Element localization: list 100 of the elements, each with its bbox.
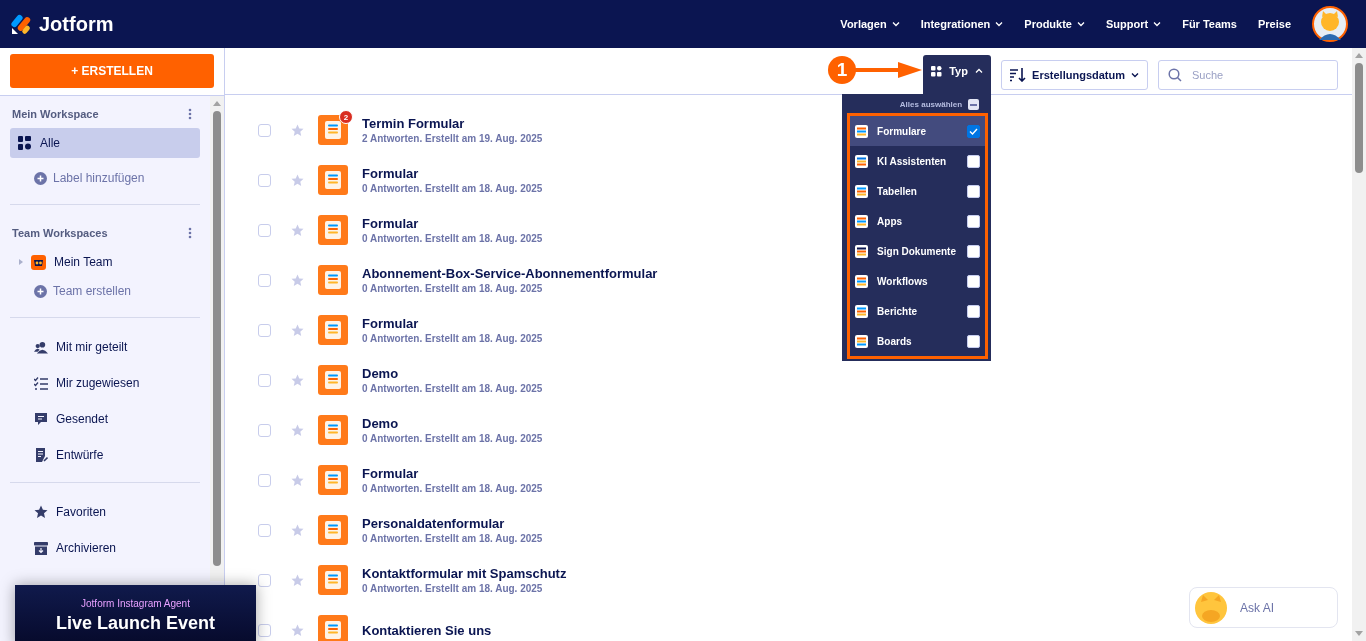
- scrollbar[interactable]: [210, 96, 224, 581]
- star-icon[interactable]: [291, 123, 304, 137]
- archive-icon: [34, 541, 48, 555]
- form-title[interactable]: Formular: [362, 216, 543, 231]
- row-checkbox[interactable]: [258, 173, 271, 187]
- menu-option[interactable]: Formulare: [850, 116, 986, 146]
- star-icon[interactable]: [291, 223, 304, 237]
- nav-link[interactable]: Integrationen: [920, 18, 991, 30]
- app-type-icon: [855, 274, 869, 288]
- form-title[interactable]: Formular: [362, 316, 543, 331]
- menu-option[interactable]: Tabellen: [850, 176, 986, 206]
- select-all-label[interactable]: Alles auswählen: [899, 100, 963, 109]
- row-checkbox[interactable]: [258, 123, 271, 137]
- star-icon[interactable]: [291, 373, 304, 387]
- sidebar-item[interactable]: Mir zugewiesen: [10, 368, 200, 398]
- menu-option[interactable]: Boards: [850, 326, 986, 356]
- form-title[interactable]: Termin Formular: [362, 116, 543, 131]
- team-item[interactable]: Mein Team: [10, 247, 200, 277]
- star-icon[interactable]: [291, 523, 304, 537]
- sidebar-item[interactable]: Entwürfe: [10, 440, 200, 470]
- nav-link[interactable]: Für Teams: [1182, 18, 1237, 30]
- star-icon[interactable]: [291, 423, 304, 437]
- form-meta: 0 Antworten. Erstellt am 18. Aug. 2025: [362, 383, 543, 394]
- form-icon: [318, 115, 348, 145]
- row-checkbox[interactable]: [258, 273, 271, 287]
- menu-option[interactable]: KI Assistenten: [850, 146, 986, 176]
- star-icon[interactable]: [291, 623, 304, 637]
- star-icon[interactable]: [291, 573, 304, 587]
- form-title[interactable]: Abonnement-Box-Service-Abonnementformular: [362, 266, 658, 281]
- plus-icon: [34, 171, 47, 185]
- menu-option[interactable]: Workflows: [850, 266, 986, 296]
- checkbox[interactable]: [967, 124, 981, 138]
- plus-icon: [34, 284, 47, 298]
- nav-link[interactable]: Produkte: [1024, 18, 1072, 30]
- form-icon: [318, 565, 348, 595]
- nav-link[interactable]: Vorlagen: [840, 18, 887, 30]
- sidebar-item[interactable]: Favoriten: [10, 497, 200, 527]
- form-icon: [318, 215, 348, 245]
- form-icon: [318, 365, 348, 395]
- app-type-icon: [855, 154, 869, 168]
- caret-icon[interactable]: [1077, 21, 1085, 27]
- logo-text[interactable]: Jotform: [39, 12, 114, 36]
- sidebar-item[interactable]: Alle: [10, 128, 200, 158]
- sort-button[interactable]: Erstellungsdatum: [1001, 60, 1148, 90]
- caret-icon: [1131, 72, 1139, 78]
- row-checkbox[interactable]: [258, 523, 271, 537]
- caret-icon[interactable]: [891, 21, 900, 27]
- add-link[interactable]: Team erstellen: [10, 277, 200, 305]
- nav-link[interactable]: Support: [1106, 18, 1149, 30]
- form-title[interactable]: Demo: [362, 366, 543, 381]
- form-title[interactable]: Kontaktieren Sie uns: [362, 622, 492, 638]
- form-icon: [318, 515, 348, 545]
- row-checkbox[interactable]: [258, 223, 271, 237]
- more-icon[interactable]: [188, 227, 192, 239]
- row-checkbox[interactable]: [258, 573, 271, 587]
- star-icon[interactable]: [291, 273, 304, 287]
- ask-ai-button[interactable]: Ask AI: [1189, 587, 1338, 628]
- select-all-checkbox[interactable]: [968, 99, 980, 110]
- form-meta: 2 Antworten. Erstellt am 19. Aug. 2025: [362, 133, 543, 144]
- form-icon: [318, 165, 348, 195]
- form-title[interactable]: Demo: [362, 416, 543, 431]
- add-link[interactable]: Label hinzufügen: [10, 164, 200, 192]
- chat-icon: [34, 412, 48, 426]
- step-badge: 1: [828, 56, 857, 84]
- sidebar-item[interactable]: Gesendet: [10, 404, 200, 434]
- expand-icon[interactable]: [18, 259, 24, 265]
- form-meta: 0 Antworten. Erstellt am 18. Aug. 2025: [362, 583, 544, 594]
- caret-icon[interactable]: [1153, 21, 1162, 27]
- promo-banner[interactable]: Jotform Instagram Agent Live Launch Event: [15, 585, 256, 641]
- row-checkbox[interactable]: [258, 423, 271, 437]
- type-filter-button[interactable]: Typ: [923, 55, 992, 94]
- app-type-icon: [855, 334, 869, 348]
- row-checkbox[interactable]: [258, 623, 271, 637]
- form-title[interactable]: Personaldatenformular: [362, 516, 543, 531]
- form-title[interactable]: Formular: [362, 466, 543, 481]
- menu-option[interactable]: Apps: [850, 206, 986, 236]
- form-meta: 0 Antworten. Erstellt am 18. Aug. 2025: [362, 533, 543, 544]
- form-meta: 0 Antworten. Erstellt am 18. Aug. 2025: [362, 233, 543, 244]
- star-icon[interactable]: [291, 473, 304, 487]
- scrollbar[interactable]: [1352, 48, 1366, 641]
- nav-link[interactable]: Preise: [1257, 18, 1291, 30]
- more-icon[interactable]: [188, 108, 192, 120]
- star-icon: [34, 505, 48, 519]
- row-checkbox[interactable]: [258, 323, 271, 337]
- sidebar-item[interactable]: Mit mir geteilt: [10, 332, 200, 362]
- sidebar-item[interactable]: Archivieren: [10, 533, 200, 563]
- app-type-icon: [855, 244, 869, 258]
- row-checkbox[interactable]: [258, 373, 271, 387]
- menu-option[interactable]: Sign Dokumente: [850, 236, 986, 266]
- caret-icon: [974, 68, 983, 74]
- search-field[interactable]: Suche: [1158, 60, 1338, 90]
- caret-icon[interactable]: [995, 21, 1004, 27]
- form-title[interactable]: Formular: [362, 166, 543, 181]
- form-title[interactable]: Kontaktformular mit Spamschutz: [362, 566, 567, 581]
- star-icon[interactable]: [291, 323, 304, 337]
- mascot-icon: [1195, 591, 1227, 624]
- star-icon[interactable]: [291, 173, 304, 187]
- menu-option[interactable]: Berichte: [850, 296, 986, 326]
- avatar[interactable]: [1312, 6, 1348, 42]
- row-checkbox[interactable]: [258, 473, 271, 487]
